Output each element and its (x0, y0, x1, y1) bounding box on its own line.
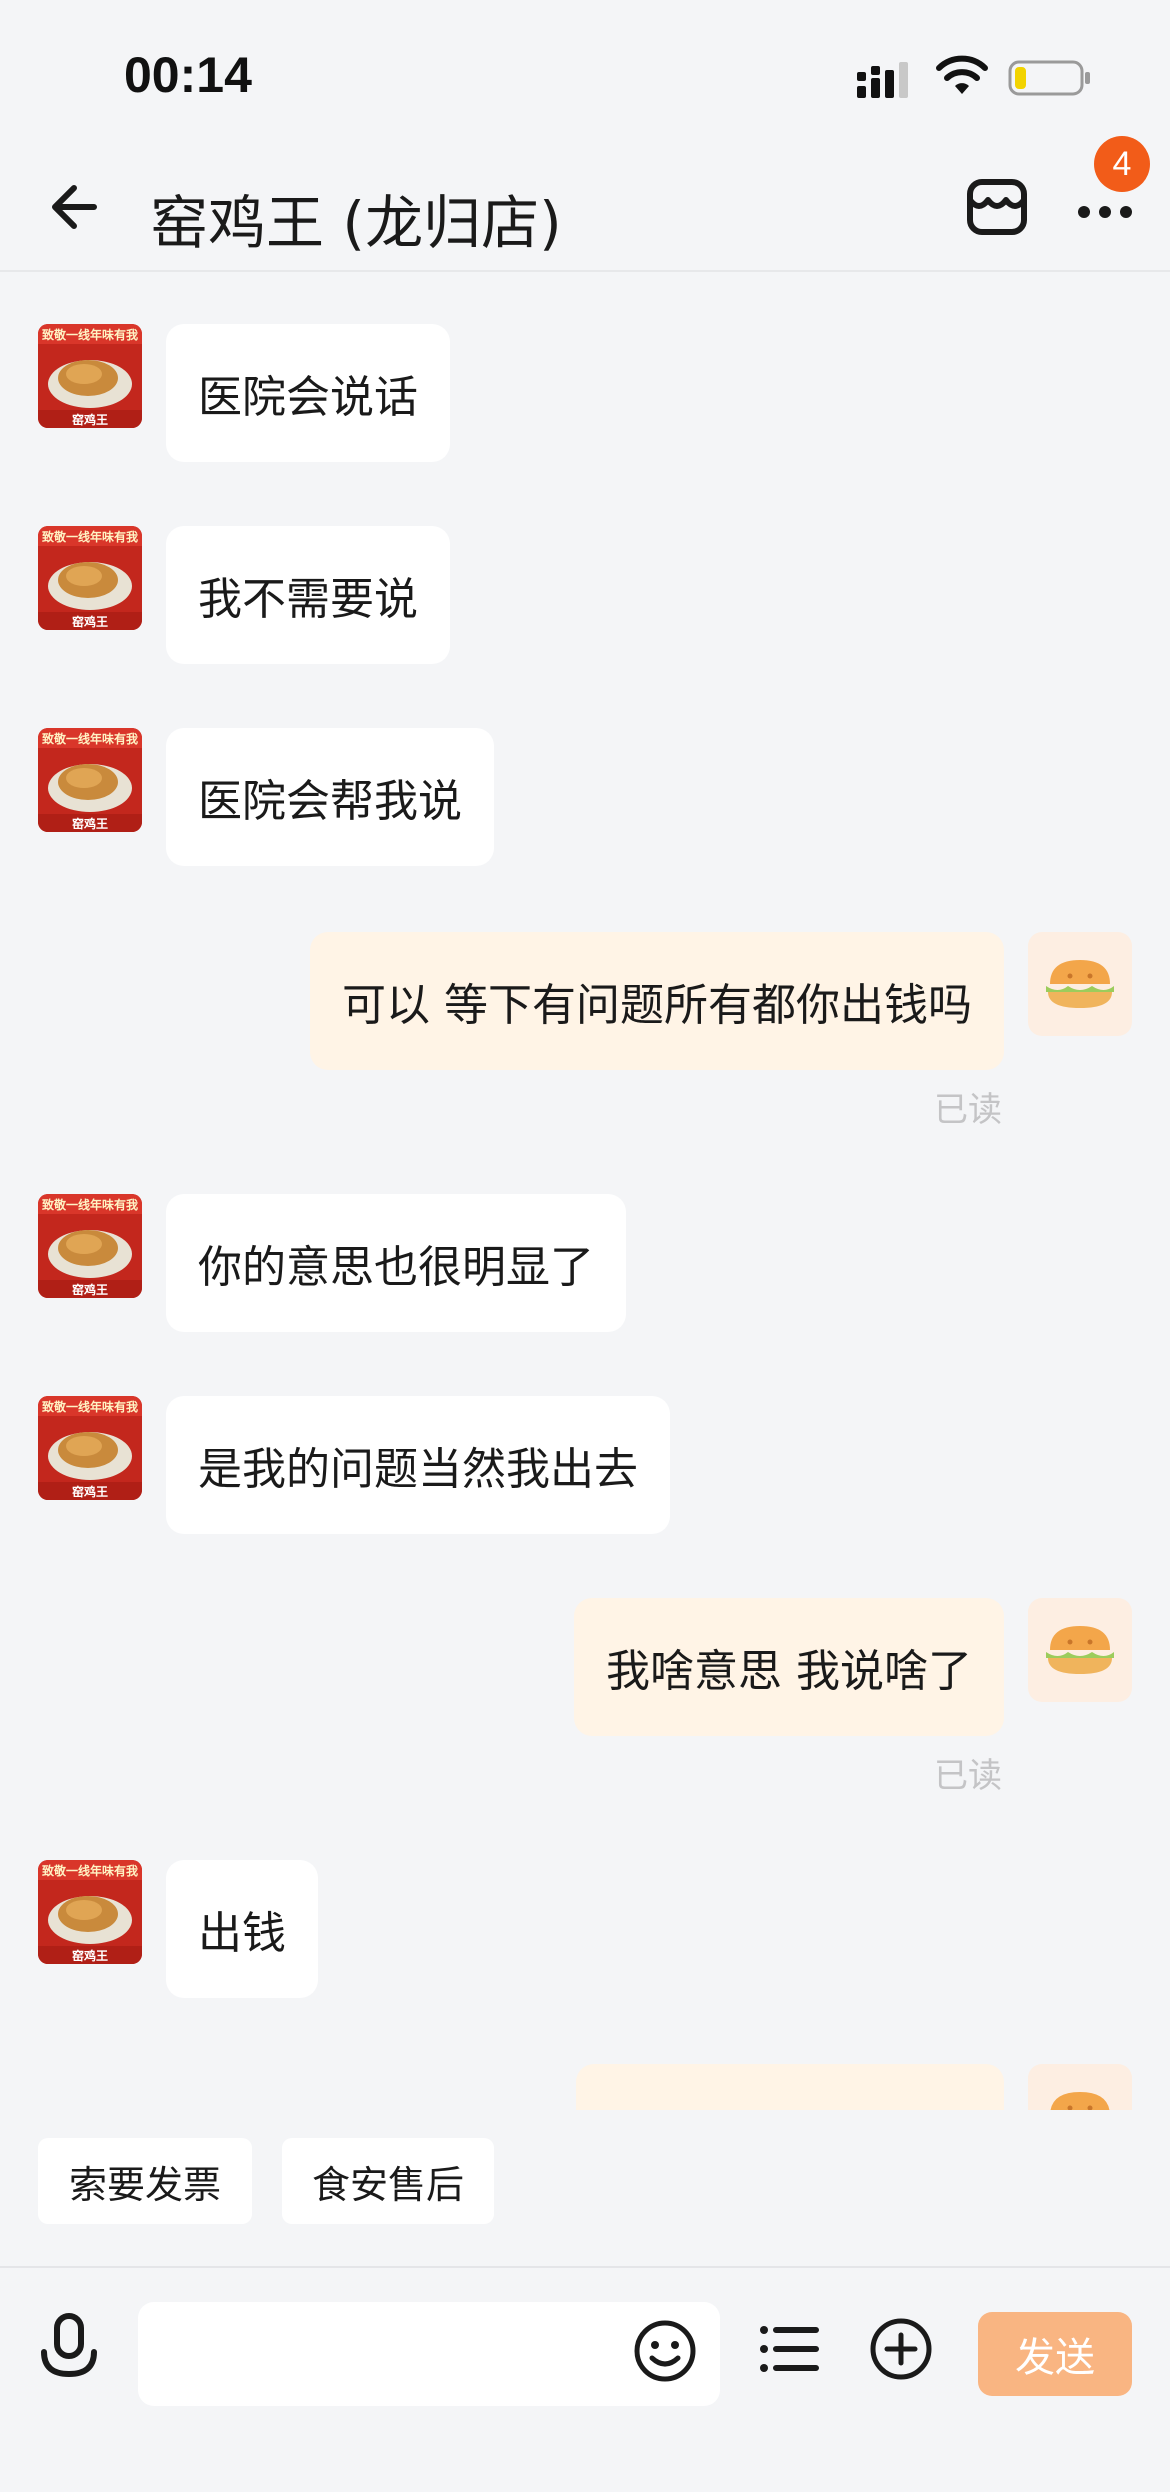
back-arrow-icon[interactable] (44, 174, 110, 240)
burger-avatar-icon (1046, 1626, 1114, 1674)
svg-text:窑鸡王: 窑鸡王 (72, 816, 108, 831)
user-avatar[interactable] (1028, 932, 1132, 1036)
status-bar: 00:14 (0, 0, 1170, 150)
emoji-icon[interactable] (632, 2318, 698, 2384)
cellular-signal-icon (857, 62, 908, 98)
store-icon[interactable] (962, 172, 1032, 242)
svg-text:致敬一线年味有我: 致敬一线年味有我 (42, 1197, 138, 1212)
shop-avatar[interactable]: 致敬一线年味有我 窑鸡王 (38, 1860, 142, 1964)
svg-text:窑鸡王: 窑鸡王 (72, 1282, 108, 1297)
read-receipt: 已读 (934, 1090, 1002, 1130)
burger-avatar-icon (1046, 960, 1114, 1008)
microphone-icon[interactable] (36, 2312, 102, 2382)
svg-text:窑鸡王: 窑鸡王 (72, 614, 108, 629)
incoming-message[interactable]: 你的意思也很明显了 (166, 1194, 626, 1332)
svg-text:致敬一线年味有我: 致敬一线年味有我 (42, 529, 138, 544)
outgoing-message[interactable] (576, 2064, 1004, 2110)
incoming-message[interactable]: 医院会说话 (166, 324, 450, 462)
notification-badge: 4 (1094, 136, 1150, 192)
chat-header: 窑鸡王 (龙归店) 4 (0, 136, 1170, 272)
outgoing-message[interactable]: 可以 等下有问题所有都你出钱吗 (310, 932, 1004, 1070)
input-bar: 发送 (0, 2266, 1170, 2492)
status-time: 00:14 (124, 47, 252, 103)
send-button[interactable]: 发送 (978, 2312, 1132, 2396)
incoming-message[interactable]: 出钱 (166, 1860, 318, 1998)
food-safety-aftersales-chip[interactable]: 食安售后 (282, 2138, 494, 2224)
incoming-message[interactable]: 我不需要说 (166, 526, 450, 664)
request-invoice-chip[interactable]: 索要发票 (38, 2138, 252, 2224)
user-avatar[interactable] (1028, 1598, 1132, 1702)
shop-avatar[interactable]: 致敬一线年味有我 窑鸡王 (38, 526, 142, 630)
svg-text:窑鸡王: 窑鸡王 (72, 1948, 108, 1963)
wifi-icon (936, 55, 988, 94)
outgoing-message[interactable]: 我啥意思 我说啥了 (574, 1598, 1004, 1736)
shop-avatar[interactable]: 致敬一线年味有我 窑鸡王 (38, 1396, 142, 1500)
burger-avatar-icon (1050, 2092, 1110, 2110)
svg-text:致敬一线年味有我: 致敬一线年味有我 (42, 731, 138, 746)
svg-text:致敬一线年味有我: 致敬一线年味有我 (42, 327, 138, 342)
roast-chicken-logo: 致敬一线年味有我 窑鸡王 (38, 324, 142, 428)
svg-text:窑鸡王: 窑鸡王 (72, 412, 108, 427)
roast-chicken-logo: 致敬一线年味有我 窑鸡王 (38, 728, 142, 832)
battery-icon (1008, 60, 1090, 96)
roast-chicken-logo: 致敬一线年味有我 窑鸡王 (38, 526, 142, 630)
incoming-message[interactable]: 医院会帮我说 (166, 728, 494, 866)
quick-actions-bar: 索要发票 食安售后 (0, 2110, 1170, 2266)
roast-chicken-logo: 致敬一线年味有我 窑鸡王 (38, 1860, 142, 1964)
add-circle-icon[interactable] (868, 2316, 934, 2382)
menu-list-icon[interactable] (756, 2316, 822, 2382)
user-avatar[interactable] (1028, 2064, 1132, 2110)
svg-text:致敬一线年味有我: 致敬一线年味有我 (42, 1399, 138, 1414)
shop-avatar[interactable]: 致敬一线年味有我 窑鸡王 (38, 728, 142, 832)
svg-text:窑鸡王: 窑鸡王 (72, 1484, 108, 1499)
incoming-message[interactable]: 是我的问题当然我出去 (166, 1396, 670, 1534)
shop-avatar[interactable]: 致敬一线年味有我 窑鸡王 (38, 1194, 142, 1298)
message-list[interactable]: 致敬一线年味有我 窑鸡王 医院会说话 致敬一线年味有我 窑鸡王 我不需要说 致敬… (0, 272, 1170, 2110)
svg-text:致敬一线年味有我: 致敬一线年味有我 (42, 1863, 138, 1878)
chat-title: 窑鸡王 (龙归店) (150, 189, 562, 257)
shop-avatar[interactable]: 致敬一线年味有我 窑鸡王 (38, 324, 142, 428)
roast-chicken-logo: 致敬一线年味有我 窑鸡王 (38, 1194, 142, 1298)
read-receipt: 已读 (934, 1756, 1002, 1796)
roast-chicken-logo: 致敬一线年味有我 窑鸡王 (38, 1396, 142, 1500)
